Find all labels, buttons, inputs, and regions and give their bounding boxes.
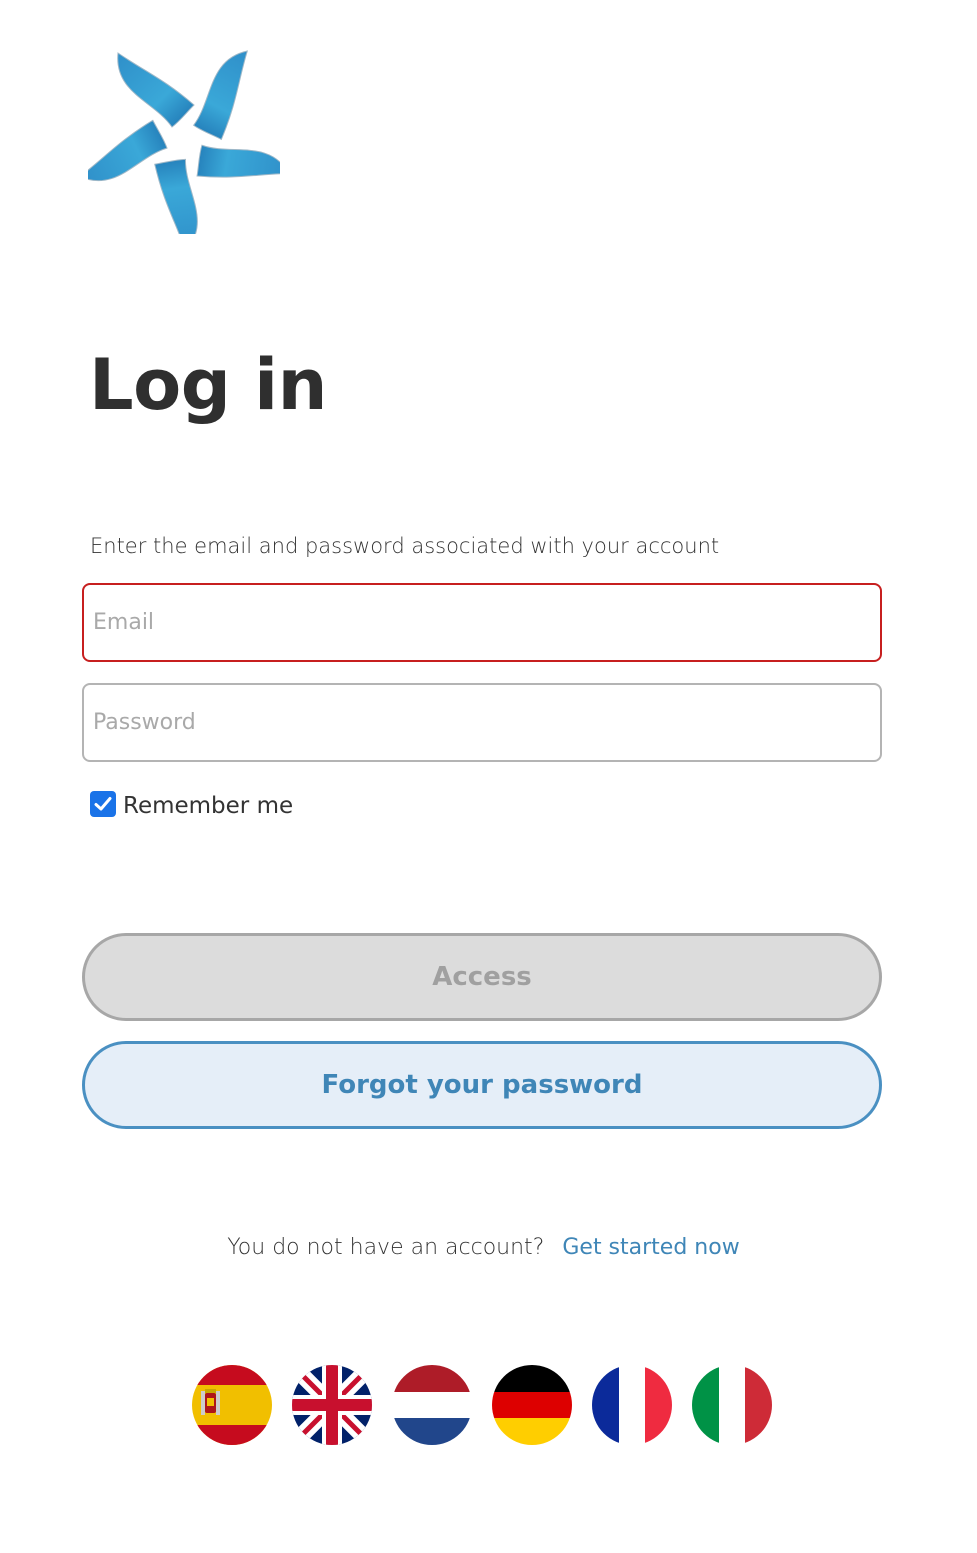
forgot-password-button[interactable]: Forgot your password xyxy=(82,1041,882,1129)
france-flag-icon[interactable] xyxy=(592,1365,672,1445)
password-field[interactable] xyxy=(82,683,882,762)
germany-flag-icon[interactable] xyxy=(492,1365,572,1445)
spain-flag-icon[interactable] xyxy=(192,1365,272,1445)
language-selector xyxy=(192,1365,792,1445)
access-button[interactable]: Access xyxy=(82,933,882,1021)
checkmark-icon xyxy=(94,797,112,811)
get-started-link[interactable]: Get started now xyxy=(562,1230,739,1266)
remember-me-label: Remember me xyxy=(123,793,294,819)
italy-flag-icon[interactable] xyxy=(692,1365,772,1445)
remember-me-checkbox[interactable] xyxy=(90,791,116,817)
login-instructions: Enter the email and password associated … xyxy=(90,534,720,558)
signup-prompt: You do not have an account? Get started … xyxy=(0,1230,977,1266)
email-field[interactable] xyxy=(82,583,882,662)
signup-question: You do not have an account? xyxy=(227,1235,545,1260)
page-title: Log in xyxy=(89,344,328,426)
pinwheel-logo-icon xyxy=(79,48,290,252)
netherlands-flag-icon[interactable] xyxy=(392,1365,472,1445)
remember-me-row[interactable]: Remember me xyxy=(90,788,293,820)
uk-flag-icon[interactable] xyxy=(292,1365,372,1445)
